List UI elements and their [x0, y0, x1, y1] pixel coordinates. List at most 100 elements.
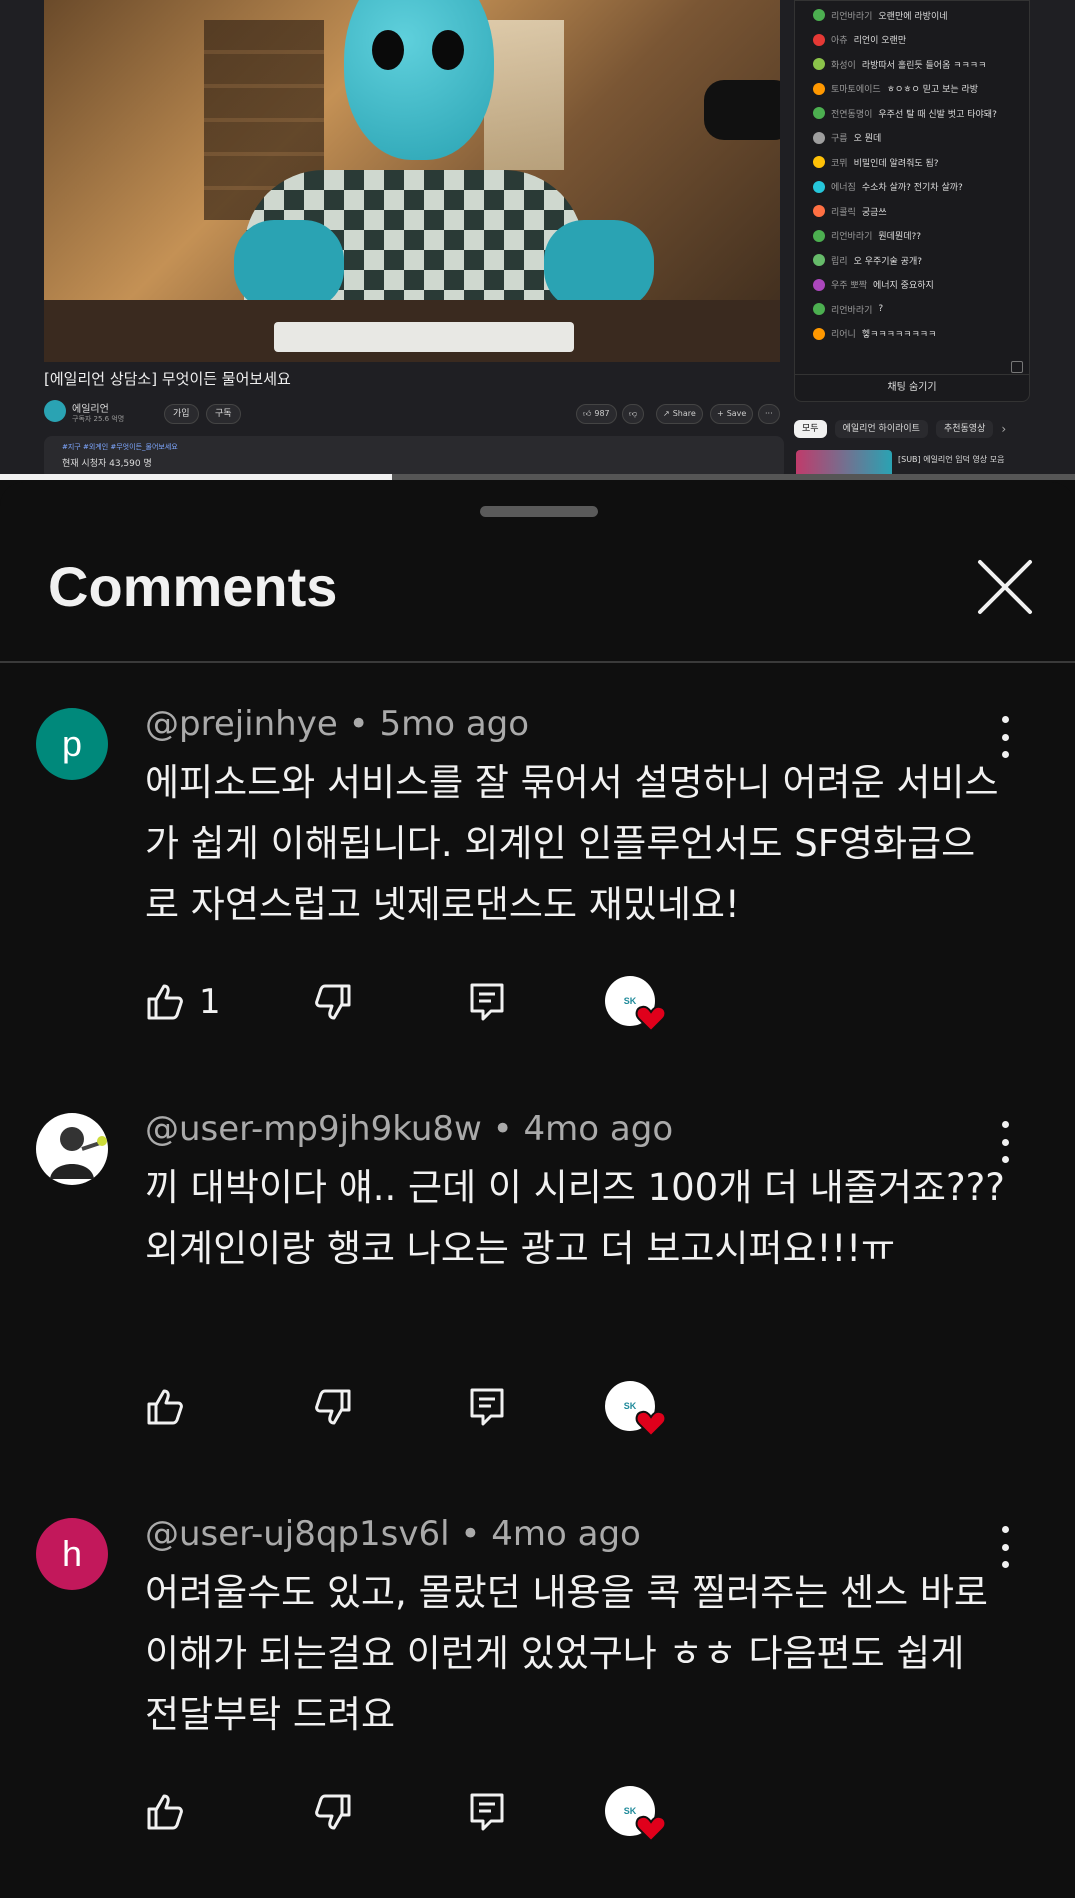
chat-username[interactable]: 에너짐 — [831, 180, 856, 193]
hashtags[interactable]: #지구 #외계인 #무엇이든_물어보세요 — [62, 442, 178, 452]
chat-username[interactable]: 아츄 — [831, 33, 848, 46]
chat-username[interactable]: 리언바라기 — [831, 229, 872, 242]
more-actions-button[interactable]: ··· — [758, 404, 780, 424]
recommended-video-title[interactable]: [SUB] 에일리언 입덕 영상 모음 — [898, 454, 1004, 465]
channel-avatar[interactable] — [44, 400, 66, 422]
comment-dislike-button[interactable] — [313, 1387, 353, 1427]
chat-user-avatar[interactable] — [813, 33, 825, 46]
chat-text: 비밀인데 알려줘도 됨? — [853, 158, 939, 169]
chat-username[interactable]: 우주 뽀짝 — [831, 278, 867, 291]
heart-icon — [635, 1005, 667, 1033]
comment-dislike-button[interactable] — [313, 1792, 353, 1832]
comment-reply-button[interactable] — [469, 1387, 505, 1427]
chat-user-avatar[interactable] — [813, 82, 825, 95]
chat-username[interactable]: 리언바라기 — [831, 9, 872, 22]
comment-like-count: 1 — [199, 982, 221, 1022]
join-button[interactable]: 가입 — [164, 404, 199, 424]
chat-message: 리어니 헿ㅋㅋㅋㅋㅋㅋㅋㅋ — [813, 324, 936, 344]
chat-message: 아츄 리언이 오랜만 — [813, 30, 906, 50]
chat-message: 화성이 라방따서 홀린듯 들어옴 ㅋㅋㅋㅋ — [813, 54, 986, 74]
drag-handle[interactable] — [480, 506, 598, 517]
comment-meta: @user-uj8qp1sv6l • 4mo ago — [145, 1514, 641, 1554]
chat-message: 전연동명이 우주선 탈 때 신발 벗고 타야돼? — [813, 103, 997, 123]
commenter-avatar[interactable]: p — [36, 708, 108, 780]
chat-username[interactable]: 리어니 — [831, 327, 856, 340]
like-button[interactable]: 👍︎ 987 — [576, 404, 617, 424]
chip-all[interactable]: 모두 — [794, 420, 827, 438]
comment-author[interactable]: @user-uj8qp1sv6l — [145, 1514, 450, 1554]
chevron-right-icon[interactable]: › — [1001, 422, 1006, 436]
chat-user-avatar[interactable] — [813, 107, 825, 119]
subscriber-count: 구독자 25.6 억명 — [72, 415, 125, 423]
commenter-avatar[interactable] — [36, 1113, 108, 1185]
chat-username[interactable]: 리언바라기 — [831, 303, 872, 316]
close-button[interactable] — [976, 558, 1034, 616]
hide-chat-button[interactable]: 채팅 숨기기 — [795, 374, 1029, 401]
comment-actions: SK — [145, 1381, 685, 1438]
video-frame[interactable] — [44, 0, 780, 362]
chat-username[interactable]: 구름 — [831, 131, 848, 144]
chat-user-avatar[interactable] — [813, 180, 825, 193]
dislike-button[interactable]: 👎︎ — [622, 404, 645, 424]
microphone-decor — [704, 80, 780, 140]
viewer-count: 현재 시청자 43,590 명 — [62, 459, 152, 469]
alien-eye-right — [432, 30, 464, 70]
thumbs-down-icon — [315, 1794, 351, 1830]
creator-heart-badge: SK — [605, 976, 673, 1036]
comment-meta: @prejinhye • 5mo ago — [145, 704, 529, 744]
share-button[interactable]: ↗ Share — [656, 404, 703, 424]
chip-recommended[interactable]: 추천동영상 — [935, 420, 994, 438]
chat-username[interactable]: 전연동명이 — [831, 107, 872, 120]
alien-head — [344, 0, 494, 160]
chat-user-avatar[interactable] — [813, 58, 825, 70]
chip-highlights[interactable]: 에일리언 하이라이트 — [834, 420, 928, 438]
chat-text: 우주선 탈 때 신발 벗고 타야돼? — [878, 109, 997, 120]
comment-like-button[interactable] — [145, 1792, 199, 1832]
comment-reply-button[interactable] — [469, 1792, 505, 1832]
menu-dot — [1001, 1138, 1009, 1146]
chat-user-avatar[interactable] — [813, 303, 825, 315]
chat-user-avatar[interactable] — [813, 327, 825, 340]
save-icon: + — [717, 409, 724, 418]
chat-user-avatar[interactable] — [813, 254, 825, 266]
comment-dislike-button[interactable] — [313, 982, 353, 1022]
chat-user-avatar[interactable] — [813, 9, 825, 21]
chat-message: 리언바라기? — [813, 299, 883, 319]
channel-name[interactable]: 에일리언 — [72, 400, 109, 415]
chat-user-avatar[interactable] — [813, 156, 825, 168]
chat-user-avatar[interactable] — [813, 229, 825, 242]
thumbs-up-icon — [147, 984, 183, 1020]
comment-author[interactable]: @prejinhye — [145, 704, 338, 744]
chat-username[interactable]: 코뮈 — [831, 156, 848, 169]
video-title: [에일리언 상담소] 무엇이든 물어보세요 — [44, 370, 291, 388]
chat-text: 오 뭔데 — [853, 134, 882, 144]
heart-icon — [635, 1815, 667, 1843]
chat-username[interactable]: 리콜릭 — [831, 205, 856, 218]
alien-eye-left — [372, 30, 404, 70]
menu-dot — [1001, 716, 1009, 723]
chat-user-avatar[interactable] — [813, 205, 825, 217]
chat-text: 리언이 오랜만 — [853, 36, 907, 46]
commenter-avatar[interactable]: h — [36, 1518, 108, 1590]
comment-like-button[interactable] — [145, 1387, 199, 1427]
comment-author[interactable]: @user-mp9jh9ku8w — [145, 1109, 482, 1149]
chat-donate-icon[interactable] — [1011, 361, 1023, 373]
chat-user-avatar[interactable] — [813, 278, 825, 291]
alien-hand-right — [544, 220, 654, 310]
chat-message: 리언바라기 오랜만에 라방이네 — [813, 5, 948, 25]
comment-reply-button[interactable] — [469, 982, 505, 1022]
chat-username[interactable]: 립리 — [831, 254, 848, 267]
menu-dot — [1001, 1121, 1009, 1128]
chat-message: 구름 오 뭔데 — [813, 128, 881, 148]
comment-like-button[interactable]: 1 — [145, 982, 221, 1022]
comment-text: 끼 대박이다 얘.. 근데 이 시리즈 100개 더 내줄거죠??? 외계인이랑… — [145, 1166, 1005, 1270]
video-progress-bar[interactable] — [0, 474, 1075, 480]
save-button[interactable]: + Save — [710, 404, 754, 424]
chat-user-avatar[interactable] — [813, 131, 825, 144]
chat-username[interactable]: 토마토에이드 — [831, 82, 881, 95]
subscribe-button[interactable]: 구독 — [206, 404, 241, 424]
comments-sheet: Comments p @prejinhye • 5mo ago 에피소드와 서비… — [0, 482, 1075, 1898]
chat-username[interactable]: 화성이 — [831, 58, 856, 71]
comment-item: p @prejinhye • 5mo ago 에피소드와 서비스를 잘 묶어서 … — [0, 664, 1075, 1069]
save-label: Save — [726, 409, 747, 418]
